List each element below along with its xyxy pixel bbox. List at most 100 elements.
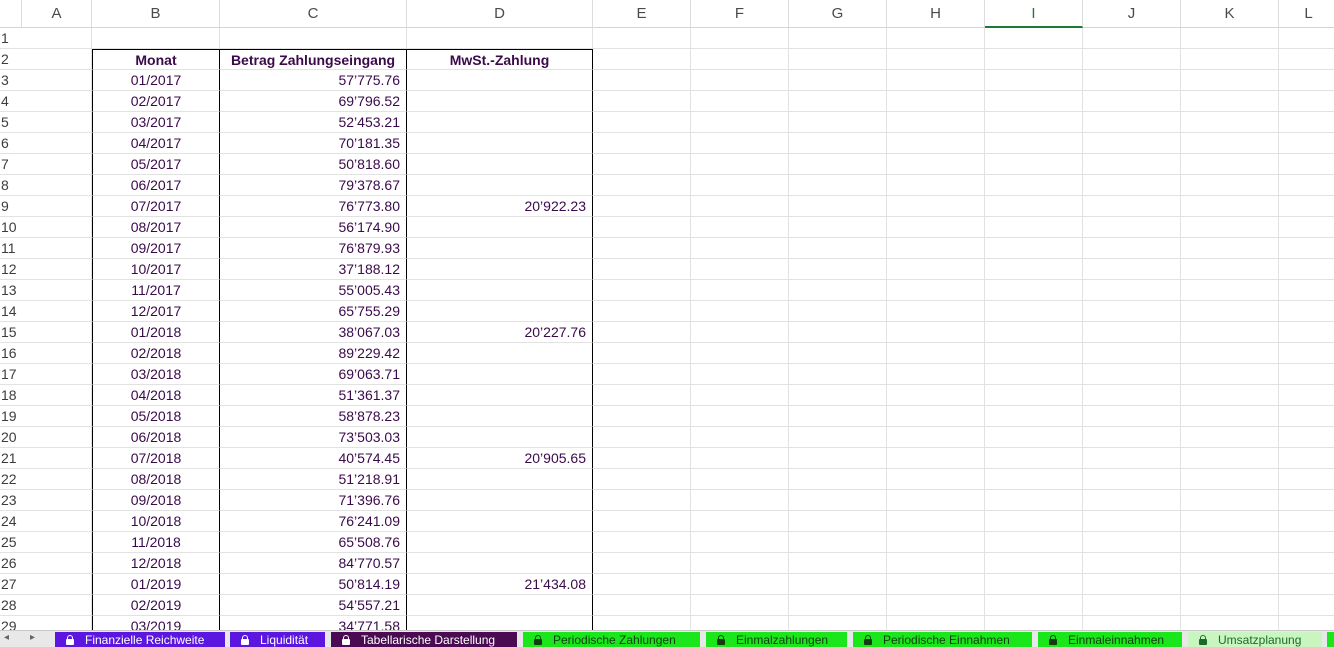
cell[interactable]	[985, 490, 1083, 511]
cell[interactable]	[789, 553, 887, 574]
monat-cell[interactable]: 08/2017	[92, 217, 220, 238]
mwst-cell[interactable]: 20’227.76	[407, 322, 593, 343]
cell[interactable]	[593, 532, 691, 553]
cell[interactable]	[1279, 301, 1334, 322]
cell[interactable]	[1083, 112, 1181, 133]
cell[interactable]	[691, 91, 789, 112]
cell[interactable]	[22, 28, 92, 49]
mwst-cell[interactable]	[407, 301, 593, 322]
cell[interactable]	[691, 154, 789, 175]
cell[interactable]	[593, 406, 691, 427]
cell[interactable]	[22, 217, 92, 238]
monat-cell[interactable]: 10/2017	[92, 259, 220, 280]
row-header[interactable]: 27	[0, 574, 22, 595]
cell[interactable]	[985, 70, 1083, 91]
cell[interactable]	[887, 112, 985, 133]
cell[interactable]	[593, 595, 691, 616]
cell[interactable]	[887, 175, 985, 196]
row-header[interactable]: 18	[0, 385, 22, 406]
cell[interactable]	[887, 364, 985, 385]
row-header[interactable]: 28	[0, 595, 22, 616]
cell[interactable]	[1181, 427, 1279, 448]
cell[interactable]	[1181, 385, 1279, 406]
cell[interactable]	[1083, 448, 1181, 469]
cell[interactable]	[691, 112, 789, 133]
monat-cell[interactable]: 02/2019	[92, 595, 220, 616]
cell[interactable]	[1181, 532, 1279, 553]
cell[interactable]	[985, 112, 1083, 133]
cell[interactable]	[691, 70, 789, 91]
cell[interactable]	[1279, 196, 1334, 217]
row-header[interactable]: 1	[0, 28, 22, 49]
cell[interactable]	[789, 28, 887, 49]
cell[interactable]	[887, 70, 985, 91]
cell[interactable]	[789, 70, 887, 91]
cell[interactable]	[1083, 574, 1181, 595]
cell[interactable]	[887, 133, 985, 154]
cell[interactable]	[1279, 406, 1334, 427]
mwst-cell[interactable]	[407, 364, 593, 385]
cell[interactable]	[593, 301, 691, 322]
column-header-h[interactable]: H	[887, 0, 985, 28]
cell[interactable]	[1279, 385, 1334, 406]
cell[interactable]	[887, 511, 985, 532]
cell[interactable]	[691, 322, 789, 343]
cell[interactable]	[1181, 616, 1279, 630]
sheet-tab-overflow[interactable]	[1327, 632, 1334, 647]
cell[interactable]	[22, 91, 92, 112]
cell[interactable]	[1181, 448, 1279, 469]
monat-cell[interactable]: 06/2017	[92, 175, 220, 196]
cell[interactable]	[1083, 301, 1181, 322]
cell[interactable]	[789, 175, 887, 196]
betrag-cell[interactable]: 52’453.21	[220, 112, 407, 133]
betrag-cell[interactable]: 58’878.23	[220, 406, 407, 427]
cell[interactable]	[789, 511, 887, 532]
cell[interactable]	[1181, 196, 1279, 217]
cell[interactable]	[22, 133, 92, 154]
cell[interactable]	[593, 154, 691, 175]
cell[interactable]	[1083, 595, 1181, 616]
cell[interactable]	[887, 427, 985, 448]
cell[interactable]	[691, 448, 789, 469]
column-header-l[interactable]: L	[1279, 0, 1334, 28]
row-header[interactable]: 7	[0, 154, 22, 175]
sheet-tab[interactable]: Umsatzplanung	[1188, 632, 1322, 647]
monat-cell[interactable]: 03/2017	[92, 112, 220, 133]
cell[interactable]	[1279, 511, 1334, 532]
betrag-cell[interactable]: 70’181.35	[220, 133, 407, 154]
cell[interactable]	[1181, 238, 1279, 259]
cell[interactable]	[1083, 28, 1181, 49]
cell[interactable]	[1279, 616, 1334, 630]
cell[interactable]	[887, 196, 985, 217]
table-header-monat[interactable]: Monat	[92, 49, 220, 70]
cell[interactable]	[985, 469, 1083, 490]
cell[interactable]	[985, 133, 1083, 154]
cell[interactable]	[789, 238, 887, 259]
cell[interactable]	[22, 301, 92, 322]
mwst-cell[interactable]	[407, 511, 593, 532]
betrag-cell[interactable]: 50’818.60	[220, 154, 407, 175]
cell[interactable]	[593, 70, 691, 91]
row-header[interactable]: 3	[0, 70, 22, 91]
betrag-cell[interactable]: 76’241.09	[220, 511, 407, 532]
cell[interactable]	[1279, 595, 1334, 616]
betrag-cell[interactable]: 57’775.76	[220, 70, 407, 91]
row-header[interactable]: 24	[0, 511, 22, 532]
cell[interactable]	[593, 133, 691, 154]
cell[interactable]	[985, 154, 1083, 175]
cell[interactable]	[22, 469, 92, 490]
monat-cell[interactable]: 03/2019	[92, 616, 220, 630]
cell[interactable]	[22, 574, 92, 595]
cell[interactable]	[985, 49, 1083, 70]
monat-cell[interactable]: 07/2017	[92, 196, 220, 217]
cell[interactable]	[22, 406, 92, 427]
cell[interactable]	[985, 385, 1083, 406]
cell[interactable]	[789, 574, 887, 595]
cell[interactable]	[1181, 217, 1279, 238]
cell[interactable]	[789, 322, 887, 343]
sheet-tab[interactable]: Periodische Zahlungen	[523, 632, 700, 647]
betrag-cell[interactable]: 65’755.29	[220, 301, 407, 322]
betrag-cell[interactable]: 65’508.76	[220, 532, 407, 553]
monat-cell[interactable]: 01/2018	[92, 322, 220, 343]
row-header[interactable]: 22	[0, 469, 22, 490]
